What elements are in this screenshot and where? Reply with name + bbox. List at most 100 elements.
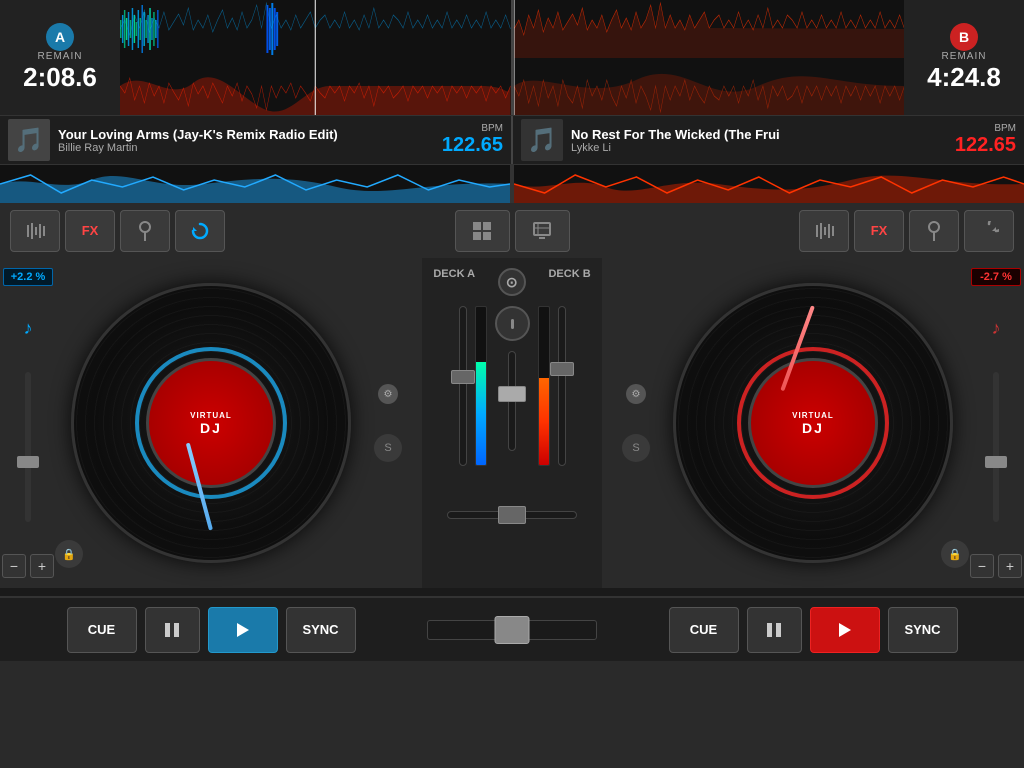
deck-b-label-disc: VIRTUAL DJ <box>748 358 878 488</box>
song-artist-b: Lykke Li <box>571 142 928 154</box>
deck-a-label: A <box>46 23 74 51</box>
deck-a-pitch-thumb[interactable] <box>17 456 39 468</box>
transport-crossfader <box>422 620 602 640</box>
deck-b-s-btn[interactable]: S <box>622 434 650 462</box>
deck-a-waveform-top[interactable] <box>120 0 511 58</box>
mini-waveform-left[interactable] <box>0 165 510 203</box>
bpm-label-b: BPM <box>936 123 1016 134</box>
deck-a-turntable-area: +2.2 % ♪ − + VIRTUAL DJ <box>0 258 422 588</box>
deck-a-play-btn[interactable] <box>208 607 278 653</box>
main-crossfader-bar[interactable] <box>427 620 597 640</box>
deck-a-sync-btn[interactable]: SYNC <box>286 607 356 653</box>
song-artist-a: Billie Ray Martin <box>58 142 415 154</box>
deck-b-transport: CUE SYNC <box>602 607 1024 653</box>
mini-waveform-bar[interactable] <box>0 165 1024 203</box>
deck-a-waveform-bottom[interactable] <box>120 58 511 115</box>
xfader-thumb[interactable] <box>498 506 526 524</box>
deck-a-bottom-left: 🔒 <box>55 540 83 568</box>
deck-b-vdj-logo: VIRTUAL DJ <box>792 411 834 436</box>
deck-b-waveform-bottom[interactable] <box>514 58 905 115</box>
master-knob[interactable] <box>495 306 530 341</box>
deck-b-side-controls: -2.7 % ♪ − + <box>976 258 1016 588</box>
fx-btn-b[interactable]: FX <box>854 210 904 252</box>
deck-a-gear-icon[interactable]: ⚙ <box>378 384 398 404</box>
waveform-section: A REMAIN 2:08.6 <box>0 0 1024 115</box>
deck-b-turntable[interactable]: VIRTUAL DJ <box>673 283 953 563</box>
deck-b-sync-btn[interactable]: SYNC <box>888 607 958 653</box>
song-info-bar: 🎵 Your Loving Arms (Jay-K's Remix Radio … <box>0 115 1024 165</box>
deck-b-waveform[interactable] <box>514 0 905 115</box>
deck-b-play-btn[interactable] <box>810 607 880 653</box>
bpm-area-a: BPM 122.65 <box>423 123 503 157</box>
crossfader-column <box>495 306 530 451</box>
deck-b-gear-icon[interactable]: ⚙ <box>626 384 646 404</box>
deck-b-remain: REMAIN <box>942 51 987 62</box>
deck-a-note-icon: ♪ <box>24 318 33 339</box>
deck-a-fader-thumb[interactable] <box>451 370 475 384</box>
deck-a-channel-fader <box>459 306 467 496</box>
crossfader-track[interactable] <box>508 351 516 451</box>
deck-a-label-disc: VIRTUAL DJ <box>146 358 276 488</box>
deck-a-minus-plus: − + <box>2 554 54 578</box>
deck-b-left-side: ⚙ S <box>622 384 650 462</box>
pin-btn-b[interactable] <box>909 210 959 252</box>
album-art-a: 🎵 <box>8 119 50 161</box>
deck-a-level-meter <box>475 306 487 466</box>
deck-b-pitch-thumb[interactable] <box>985 456 1007 468</box>
bpm-value-a: 122.65 <box>423 134 503 157</box>
deck-a-cue-btn[interactable]: CUE <box>67 607 137 653</box>
bpm-value-b: 122.65 <box>936 134 1016 157</box>
transport-bar: CUE SYNC CUE <box>0 596 1024 661</box>
reload-btn-b[interactable] <box>964 210 1014 252</box>
deck-b-plus-btn[interactable]: + <box>998 554 1022 578</box>
deck-b-note-icon: ♪ <box>992 318 1001 339</box>
vinyl-icon: ⊙ <box>498 268 526 296</box>
fx-btn-a[interactable]: FX <box>65 210 115 252</box>
grid-view-btn[interactable] <box>455 210 510 252</box>
mini-waveform-right[interactable] <box>514 165 1024 203</box>
deck-b-platter[interactable]: VIRTUAL DJ <box>673 283 953 563</box>
deck-a-minus-btn[interactable]: − <box>2 554 26 578</box>
eq-btn-b[interactable] <box>799 210 849 252</box>
deck-b-turntable-area: VIRTUAL DJ -2.7 % ♪ − + ⚙ S <box>602 258 1024 588</box>
deck-b-minus-plus: − + <box>970 554 1022 578</box>
deck-a-vdj-logo: VIRTUAL DJ <box>190 411 232 436</box>
deck-a-lock-icon[interactable]: 🔒 <box>55 540 83 568</box>
controls-bar: FX <box>0 203 1024 258</box>
main-crossfader-thumb[interactable] <box>495 616 530 644</box>
browser-btn[interactable] <box>515 210 570 252</box>
xfader-track[interactable] <box>447 511 577 519</box>
faders-row <box>459 301 566 501</box>
deck-a-side-controls: +2.2 % ♪ − + <box>8 258 48 588</box>
deck-a-plus-btn[interactable]: + <box>30 554 54 578</box>
eq-btn-a[interactable] <box>10 210 60 252</box>
deck-a-platter[interactable]: VIRTUAL DJ <box>71 283 351 563</box>
song-details-a: Your Loving Arms (Jay-K's Remix Radio Ed… <box>58 127 415 154</box>
deck-a-fader-track[interactable] <box>459 306 467 466</box>
deck-a-right-side: ⚙ S <box>374 384 402 462</box>
deck-a-pitch-display: +2.2 % <box>3 268 53 286</box>
reload-btn-a[interactable] <box>175 210 225 252</box>
deck-a-waveform[interactable] <box>120 0 511 115</box>
deck-b-lock-icon[interactable]: 🔒 <box>941 540 969 568</box>
deck-a-turntable[interactable]: VIRTUAL DJ <box>71 283 351 563</box>
deck-a-pause-btn[interactable] <box>145 607 200 653</box>
deck-b-label: B <box>950 23 978 51</box>
deck-b-minus-btn[interactable]: − <box>970 554 994 578</box>
deck-b-level-meter <box>538 306 550 466</box>
deck-b-fader-track[interactable] <box>558 306 566 466</box>
pin-btn-a[interactable] <box>120 210 170 252</box>
spacer <box>0 588 1024 596</box>
deck-b-waveform-top[interactable] <box>514 0 905 58</box>
crossfader-thumb[interactable] <box>498 386 526 402</box>
deck-a-info: A REMAIN 2:08.6 <box>0 0 120 115</box>
deck-b-cue-btn[interactable]: CUE <box>669 607 739 653</box>
album-art-b: 🎵 <box>521 119 563 161</box>
deck-b-pitch-slider[interactable] <box>993 372 999 522</box>
deck-a-s-btn[interactable]: S <box>374 434 402 462</box>
deck-b-fader-thumb[interactable] <box>550 362 574 376</box>
deck-b-pause-btn[interactable] <box>747 607 802 653</box>
deck-a-pitch-slider[interactable] <box>25 372 31 522</box>
song-details-b: No Rest For The Wicked (The Frui Lykke L… <box>571 127 928 154</box>
song-info-left: 🎵 Your Loving Arms (Jay-K's Remix Radio … <box>0 116 511 164</box>
